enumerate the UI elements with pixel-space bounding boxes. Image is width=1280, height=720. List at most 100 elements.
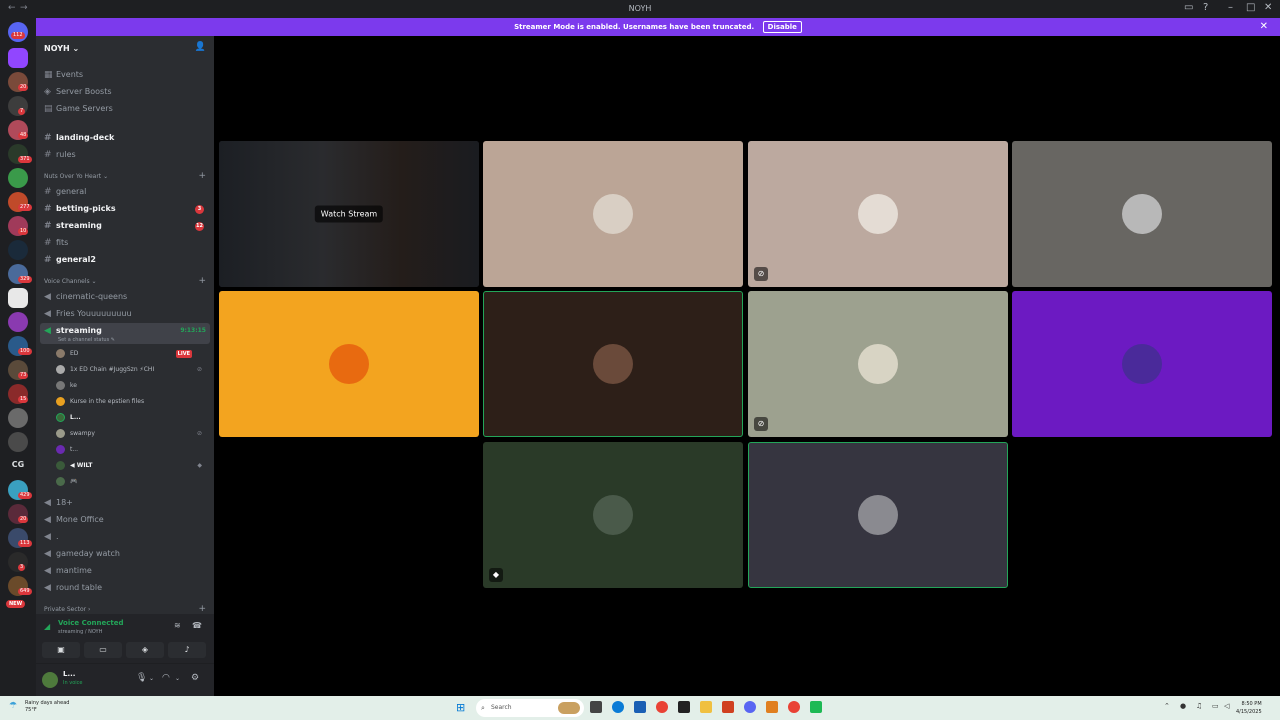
camera-button[interactable]: ▣ [42,642,80,658]
chrome-icon[interactable] [788,701,800,713]
file-explorer-icon[interactable] [700,701,712,713]
voice-gameday-watch[interactable]: ◀ gameday watch [40,546,210,562]
participant-tile[interactable] [1012,291,1272,437]
category-private-sector[interactable]: Private Sector › + [44,604,210,614]
channel-rules[interactable]: # rules [40,147,210,163]
voice-user[interactable]: ED LIVE [56,347,206,361]
server-boosts-item[interactable]: ◈ Server Boosts [40,84,210,100]
participant-tile[interactable] [748,442,1008,588]
terminal-icon[interactable] [678,701,690,713]
disconnect-icon[interactable]: ☎ [192,621,202,630]
share-screen-button[interactable]: ▭ [84,642,122,658]
participant-tile[interactable] [483,291,743,437]
task-view-icon[interactable] [590,701,602,713]
channel-betting-picks[interactable]: ▸#betting-picks3 [40,201,210,217]
voice-user[interactable]: Kurse in the epstien files [56,395,206,409]
chevron-down-icon[interactable]: ⌄ [175,675,180,682]
voice-user[interactable]: ◀ WILT ◆ [56,459,206,473]
voice-user[interactable]: 1x ED Chain #JuggSzn ⚡CHI ⊘ [56,363,206,377]
watch-stream-button[interactable]: Watch Stream [314,205,384,223]
avatar[interactable] [42,672,58,688]
voice-mone-office[interactable]: ◀ Mone Office [40,512,210,528]
server-initials[interactable]: CG [8,460,28,469]
disable-button[interactable]: Disable [762,21,802,33]
voice-user[interactable]: t... [56,443,206,457]
game-servers-item[interactable]: ▤ Game Servers [40,101,210,117]
voice-user[interactable]: ke [56,379,206,393]
stream-tile[interactable]: Watch Stream [219,141,479,287]
soundboard-button[interactable]: ♪ [168,642,206,658]
gear-icon[interactable]: ⚙ [191,673,199,683]
events-item[interactable]: ▦ Events [40,67,210,83]
close-window-icon[interactable]: ✕ [1264,2,1272,13]
channel-landing-deck[interactable]: ▸#landing-deck [40,130,210,146]
server-icon[interactable] [8,48,28,68]
voice-18plus[interactable]: ◀ 18+ [40,495,210,511]
channel-streaming-text[interactable]: ▸#streaming12 [40,218,210,234]
add-channel-icon[interactable]: + [198,171,206,181]
server-icon[interactable] [8,432,28,452]
weather-temp: 75°F [25,707,37,713]
search-box[interactable]: ⌕ Search [476,699,584,717]
activities-button[interactable]: ◈ [126,642,164,658]
server-icon[interactable] [8,240,28,260]
inbox-icon[interactable]: ▭ [1184,2,1193,13]
participant-tile[interactable]: ⊘ [748,141,1008,287]
server-icon[interactable] [8,408,28,428]
voice-fries[interactable]: ◀ Fries Youuuuuuuuu [40,306,210,322]
chrome-icon[interactable] [656,701,668,713]
system-clock[interactable]: 8:50 PM 4/15/2025 [1236,700,1262,716]
voice-user[interactable]: 🎮 [56,475,206,489]
discord-taskbar-icon[interactable] [744,701,756,713]
voice-user[interactable]: swampy ⊘ [56,427,206,441]
participant-tile[interactable]: ⊘ [748,291,1008,437]
volume-icon[interactable]: ◁ [1224,702,1229,710]
channel-label: rules [56,150,76,159]
weather-widget[interactable]: Rainy days ahead 75°F [25,700,69,714]
windows-start-icon[interactable]: ⊞ [456,702,467,713]
tray-icon[interactable]: ● [1180,702,1186,710]
channel-general[interactable]: # general [40,184,210,200]
participant-tile[interactable] [1012,141,1272,287]
network-icon[interactable]: ▭ [1212,702,1219,710]
server-badge: 20 [18,516,29,523]
store-icon[interactable] [634,701,646,713]
tray-chevron-icon[interactable]: ⌃ [1164,702,1170,710]
add-channel-icon[interactable]: + [198,276,206,286]
voice-status[interactable]: Voice Connected [58,619,124,627]
cloud-icon[interactable] [766,701,778,713]
category-nuts[interactable]: Nuts Over Yo Heart ⌄ + [44,171,210,181]
channel-fits[interactable]: # fits [40,235,210,251]
user-name[interactable]: L... [63,670,75,678]
participant-tile[interactable] [483,141,743,287]
app-icon[interactable] [810,701,822,713]
help-icon[interactable]: ? [1203,2,1208,13]
microphone-icon[interactable]: 🎙 [136,673,147,683]
chevron-down-icon[interactable]: ⌄ [149,675,154,682]
voice-dot[interactable]: ◀. [40,529,210,545]
participant-tile[interactable] [219,291,479,437]
voice-cinematic-queens[interactable]: ◀ cinematic-queens [40,289,210,305]
participant-tile[interactable]: ◆ [483,442,743,588]
voice-mantime[interactable]: ◀ mantime [40,563,210,579]
channel-general2[interactable]: ▸#general2 [40,252,210,268]
close-icon[interactable]: ✕ [1260,18,1268,36]
voice-user[interactable]: L... [56,411,206,425]
voice-round-table[interactable]: ◀ round table [40,580,210,596]
headphones-icon[interactable]: ◠ [162,673,170,683]
edge-icon[interactable] [612,701,624,713]
server-icon[interactable] [8,168,28,188]
voice-location[interactable]: streaming / NOYH [58,629,102,635]
maximize-icon[interactable]: □ [1246,2,1255,13]
noise-suppression-icon[interactable]: ≋ [174,621,181,630]
channel-status-link[interactable]: Set a channel status ✎ [58,337,115,343]
server-name[interactable]: NOYH ⌄ [44,44,79,53]
office-icon[interactable] [722,701,734,713]
category-voice[interactable]: Voice Channels ⌄ + [44,276,210,286]
add-member-icon[interactable]: 👤 [195,42,206,52]
add-channel-icon[interactable]: + [198,604,206,614]
minimize-icon[interactable]: – [1228,2,1233,13]
tray-mic-icon[interactable]: ♫ [1196,702,1202,710]
server-icon[interactable] [8,312,28,332]
server-icon[interactable] [8,288,28,308]
